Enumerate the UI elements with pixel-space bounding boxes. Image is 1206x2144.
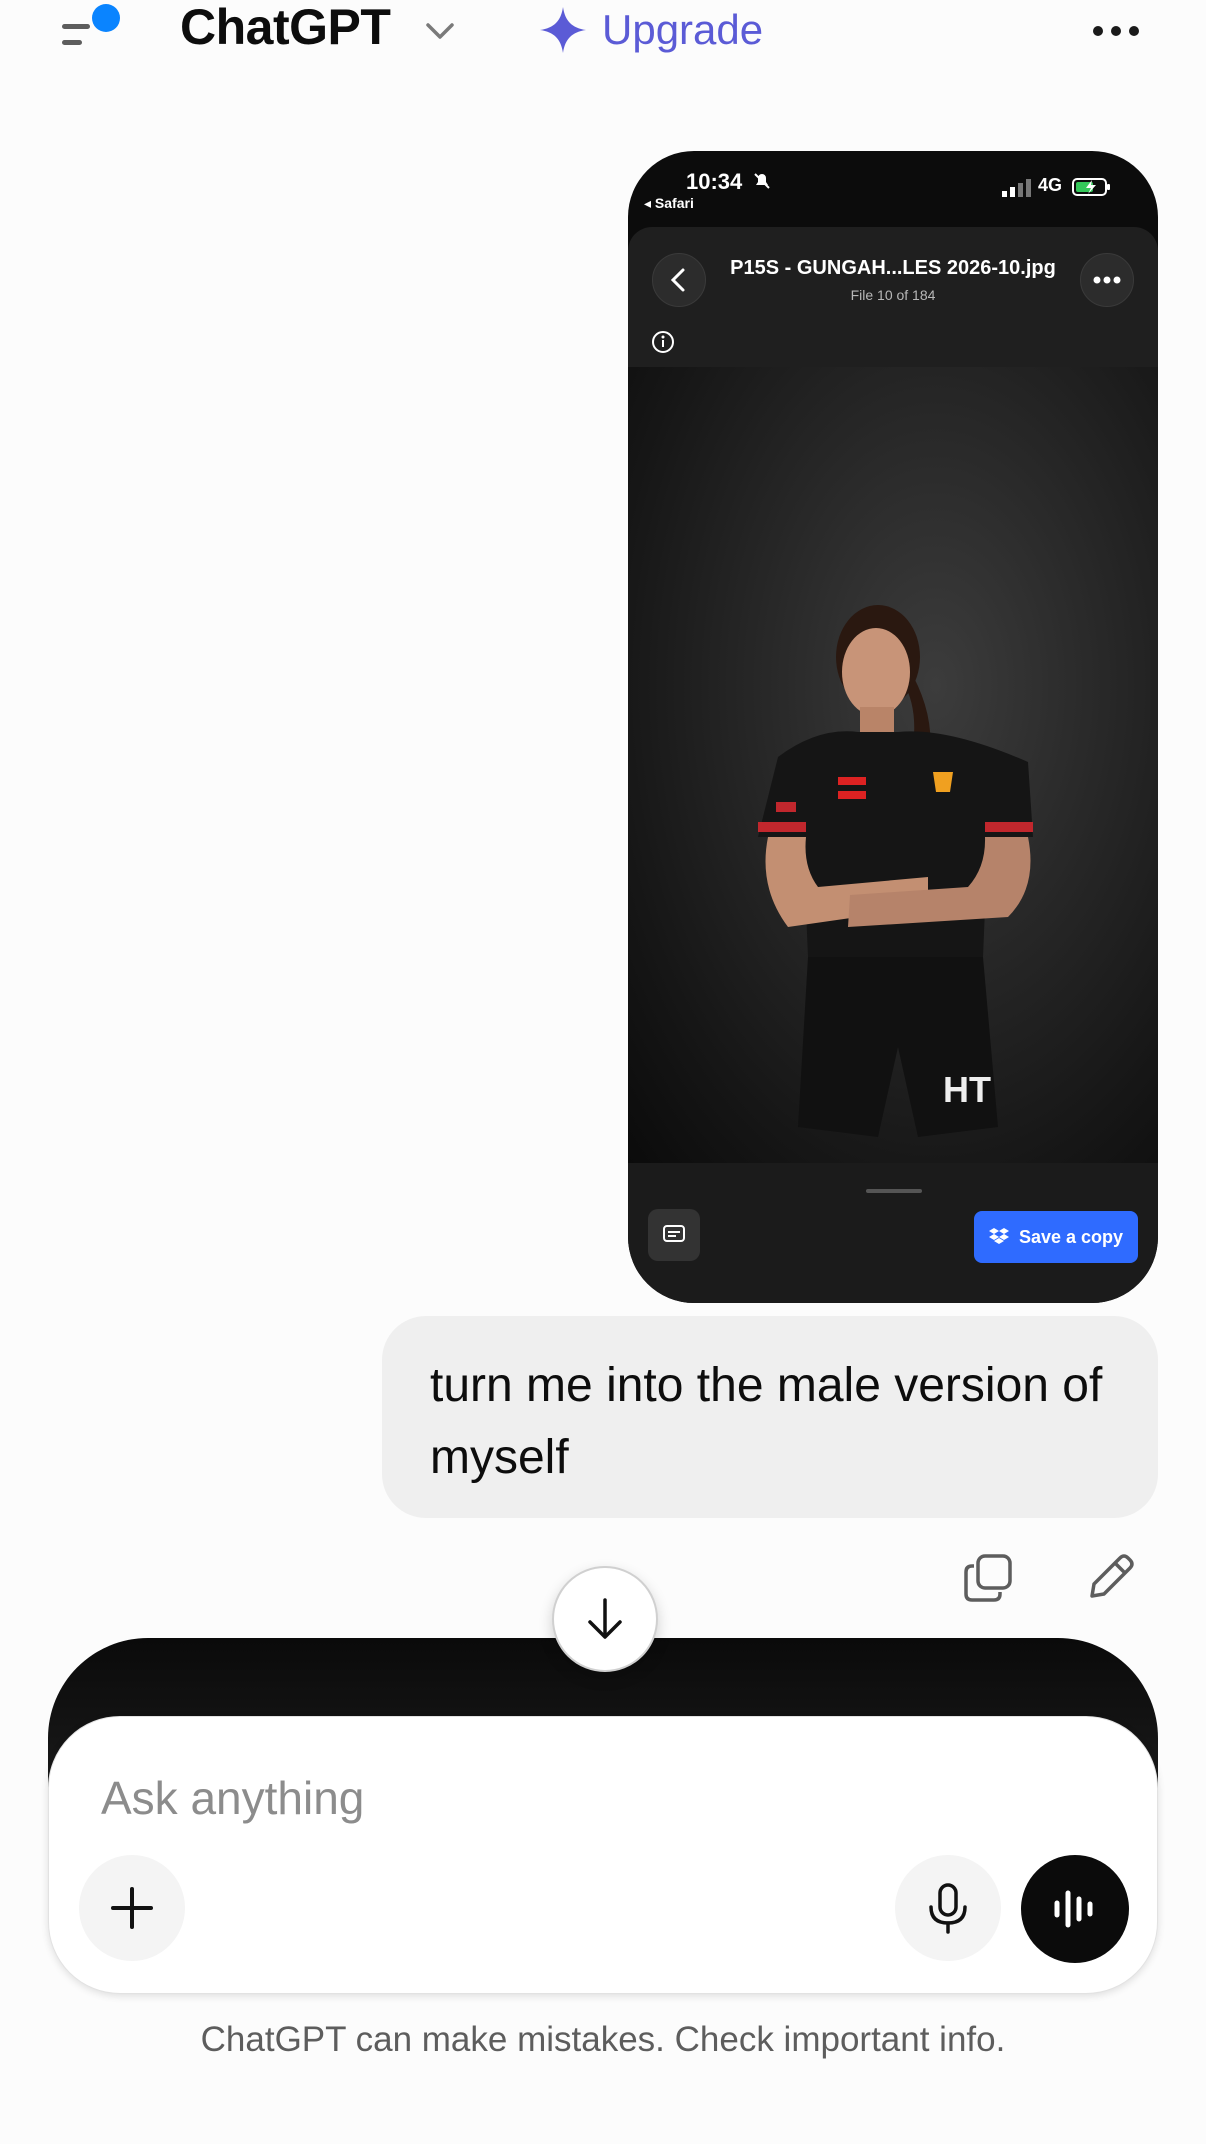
plus-icon: [111, 1887, 153, 1929]
scroll-to-bottom-button[interactable]: [552, 1566, 658, 1672]
sidebar-menu-icon[interactable]: [60, 4, 124, 54]
upgrade-button[interactable]: Upgrade: [538, 0, 763, 60]
message-composer: [48, 1716, 1158, 1994]
attachment-file-header: P15S - GUNGAH...LES 2026-10.jpg File 10 …: [628, 227, 1158, 367]
save-a-copy-button: Save a copy: [974, 1211, 1138, 1263]
dropbox-icon: [988, 1228, 1009, 1244]
voice-mode-button[interactable]: [1021, 1855, 1129, 1963]
upgrade-label: Upgrade: [602, 6, 764, 53]
sheet-handle: [866, 1189, 922, 1193]
attachment-back-app: ◂ Safari: [644, 195, 694, 211]
chevron-down-icon[interactable]: [422, 12, 458, 48]
microphone-icon: [929, 1883, 967, 1934]
attachment-bottom-bar: Save a copy: [628, 1163, 1158, 1303]
bell-muted-icon: [754, 173, 770, 189]
more-dots-icon: [1093, 276, 1121, 284]
attachment-status-bar: 10:34 ◂ Safari 4G: [628, 151, 1158, 227]
copy-icon[interactable]: [962, 1552, 1014, 1604]
attachment-file-count: File 10 of 184: [850, 287, 936, 303]
arrow-down-icon: [588, 1598, 622, 1639]
signal-icon: [1002, 179, 1031, 197]
edit-icon[interactable]: [1084, 1552, 1136, 1604]
attachment-more-button: [1080, 253, 1134, 307]
message-input[interactable]: [99, 1765, 903, 1831]
info-icon: [650, 329, 676, 355]
attachment-time: 10:34: [686, 169, 743, 194]
app-title[interactable]: ChatGPT: [180, 0, 391, 56]
attachment-network: 4G: [1038, 175, 1063, 195]
svg-text:HT: HT: [943, 1069, 991, 1110]
battery-icon: [1072, 178, 1110, 196]
save-a-copy-label: Save a copy: [1018, 1226, 1124, 1247]
add-attachment-button[interactable]: [79, 1855, 185, 1961]
top-bar: ChatGPT Upgrade: [0, 0, 1206, 70]
comment-icon: [648, 1209, 700, 1261]
more-options-icon[interactable]: [1092, 16, 1140, 46]
user-message-bubble: turn me into the male version of myself: [382, 1316, 1158, 1518]
disclaimer-text: ChatGPT can make mistakes. Check importa…: [200, 2020, 1006, 2059]
image-attachment[interactable]: 10:34 ◂ Safari 4G P15S - GUNGAH...LES 20…: [628, 151, 1158, 1303]
voice-waveform-icon: [1054, 1890, 1093, 1928]
attachment-file-name: P15S - GUNGAH...LES 2026-10.jpg: [730, 257, 1056, 279]
athlete-photo: HT: [628, 367, 1158, 1163]
dictation-button[interactable]: [895, 1855, 1001, 1961]
sparkle-icon: [540, 7, 586, 53]
